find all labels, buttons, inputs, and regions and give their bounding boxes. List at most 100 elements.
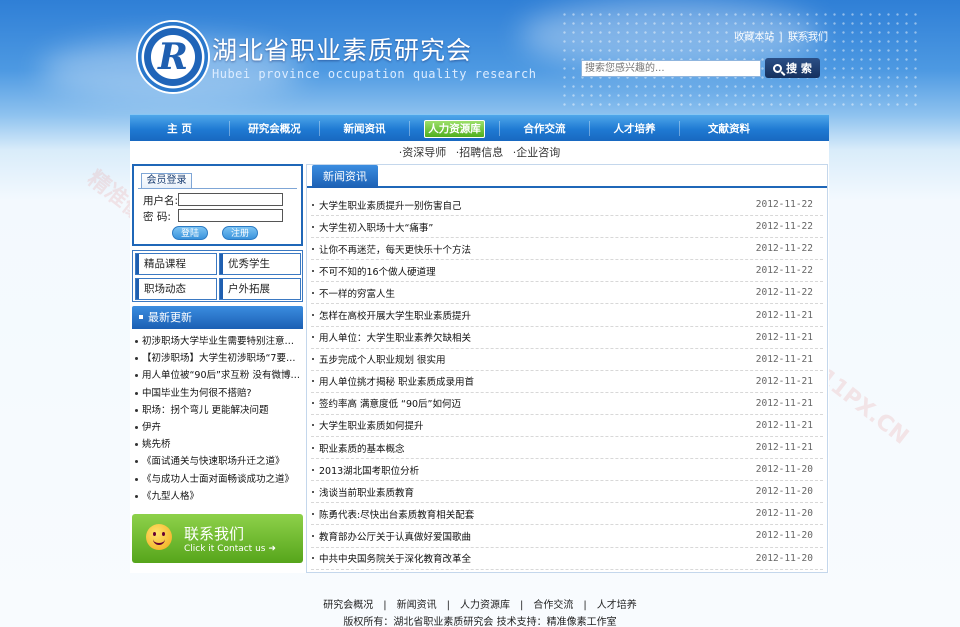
news-row[interactable]: 怎样在高校开展大学生职业素质提升 2012-11-21	[311, 304, 823, 327]
nav-home[interactable]: 主 页	[130, 120, 230, 136]
list-item[interactable]: 职场：拐个弯儿 更能解决问题	[134, 402, 300, 419]
news-title[interactable]: 签约率高 满意度低 “90后”如何迈	[311, 396, 461, 410]
register-button[interactable]: 注册	[222, 226, 258, 240]
login-divider	[138, 188, 297, 189]
list-item[interactable]: 《九型人格》	[134, 488, 300, 505]
list-item[interactable]: 《面试通关与快速职场升迁之道》	[134, 453, 300, 470]
footer-separator: |	[520, 600, 524, 611]
list-item[interactable]: 中国毕业生为何很不搭赔?	[134, 385, 300, 402]
quick-link-students[interactable]: 优秀学生	[219, 253, 301, 275]
nav-literature[interactable]: 文献资料	[680, 121, 778, 136]
news-row[interactable]: 中共中央国务院关于深化教育改革全 2012-11-20	[311, 548, 823, 570]
news-tab[interactable]: 新闻资讯	[312, 165, 378, 188]
news-date: 2012-11-20	[755, 486, 813, 498]
news-row[interactable]: 让你不再迷茫，每天更快乐十个方法 2012-11-22	[311, 238, 823, 261]
footer-link[interactable]: 新闻资讯	[397, 600, 437, 611]
news-row[interactable]: 2013湖北国考职位分析 2012-11-20	[311, 459, 823, 482]
footer-link[interactable]: 研究会概况	[323, 600, 373, 611]
password-field[interactable]	[178, 209, 283, 222]
list-item[interactable]: 初涉职场大学毕业生需要特别注意的5大...	[134, 333, 300, 350]
footer-separator: |	[446, 600, 450, 611]
footer-link[interactable]: 人力资源库	[460, 600, 510, 611]
news-row[interactable]: 陈勇代表:尽快出台素质教育相关配套 2012-11-20	[311, 503, 823, 526]
news-title[interactable]: 中共中央国务院关于深化教育改革全	[311, 551, 471, 565]
news-row[interactable]: 用人单位：大学生职业素养欠缺相关 2012-11-21	[311, 327, 823, 349]
footer-link[interactable]: 合作交流	[533, 600, 573, 611]
news-title[interactable]: 教育部办公厅关于认真做好爱国歌曲	[311, 529, 471, 543]
news-row[interactable]: 大学生职业素质如何提升 2012-11-21	[311, 415, 823, 438]
news-title[interactable]: 让你不再迷茫，每天更快乐十个方法	[311, 242, 471, 256]
username-field[interactable]	[178, 193, 283, 206]
list-item[interactable]: 《与成功人士面对面畅谈成功之道》	[134, 471, 300, 488]
news-date: 2012-11-21	[755, 397, 813, 409]
news-row[interactable]: 五步完成个人职业规划 很实用 2012-11-21	[311, 349, 823, 371]
list-item[interactable]: 【初涉职场】大学生初涉职场“7要4不要”	[134, 350, 300, 367]
news-title[interactable]: 大学生职业素质提升一别伤害自己	[311, 198, 462, 212]
news-row[interactable]: 大学生初入职场十大“痛事” 2012-11-22	[311, 216, 823, 239]
list-item[interactable]: 用人单位被“90后”求互粉 没有微博略...	[134, 367, 300, 384]
nav-cooperation[interactable]: 合作交流	[500, 120, 590, 136]
nav-hr-pool[interactable]: 人力资源库	[410, 119, 500, 138]
news-row[interactable]: 签约率高 满意度低 “90后”如何迈 2012-11-21	[311, 393, 823, 415]
quick-link-career-news[interactable]: 职场动态	[135, 278, 217, 300]
news-title[interactable]: 不可不知的16个做人硬道理	[311, 264, 436, 278]
news-header: 新闻资讯	[307, 165, 827, 188]
contact-link[interactable]: 联系我们	[788, 32, 828, 43]
footer-link[interactable]: 人才培养	[597, 600, 637, 611]
sub-nav: ·资深导师 ·招聘信息 ·企业咨询	[130, 141, 829, 161]
news-title[interactable]: 五步完成个人职业规划 很实用	[311, 352, 446, 366]
search-icon	[773, 63, 783, 73]
latest-updates-list: 初涉职场大学毕业生需要特别注意的5大... 【初涉职场】大学生初涉职场“7要4不…	[134, 333, 300, 505]
news-panel: 新闻资讯 大学生职业素质提升一别伤害自己 2012-11-22 大学生初入职场十大“…	[306, 164, 828, 573]
top-links: 收藏本站 | 联系我们	[732, 28, 828, 43]
news-title[interactable]: 用人单位：大学生职业素养欠缺相关	[311, 330, 471, 344]
news-title[interactable]: 2013湖北国考职位分析	[311, 463, 419, 477]
news-date: 2012-11-20	[755, 508, 813, 520]
news-title[interactable]: 不一样的穷富人生	[311, 286, 395, 300]
bookmark-link[interactable]: 收藏本站	[734, 32, 774, 43]
news-row[interactable]: 不可不知的16个做人硬道理 2012-11-22	[311, 260, 823, 283]
nav-training[interactable]: 人才培养	[590, 120, 680, 136]
list-item[interactable]: 姚先桥	[134, 436, 300, 453]
news-date: 2012-11-20	[755, 464, 813, 476]
footer-separator: |	[583, 600, 587, 611]
nav-about[interactable]: 研究会概况	[230, 120, 320, 136]
login-button[interactable]: 登陆	[172, 226, 208, 240]
latest-updates-header: 最新更新	[132, 306, 303, 329]
top-link-separator: |	[779, 32, 783, 43]
username-label: 用户名:	[143, 195, 179, 207]
subnav-mentors[interactable]: ·资深导师	[399, 146, 447, 159]
subnav-jobs[interactable]: ·招聘信息	[456, 146, 504, 159]
search-button-label: 搜 索	[786, 62, 812, 75]
news-title[interactable]: 陈勇代表:尽快出台素质教育相关配套	[311, 507, 474, 521]
news-title[interactable]: 怎样在高校开展大学生职业素质提升	[311, 308, 471, 322]
news-row[interactable]: 用人单位挑才揭秘 职业素质成录用首 2012-11-21	[311, 371, 823, 393]
news-title[interactable]: 浅谈当前职业素质教育	[311, 485, 414, 499]
news-row[interactable]: 不一样的穷富人生 2012-11-22	[311, 282, 823, 305]
news-date: 2012-11-20	[755, 530, 813, 542]
quick-links: 精品课程 优秀学生 职场动态 户外拓展	[132, 250, 303, 302]
news-date: 2012-11-22	[755, 199, 813, 211]
news-row[interactable]: 浅谈当前职业素质教育 2012-11-20	[311, 481, 823, 504]
search-input[interactable]	[581, 60, 761, 77]
member-login-panel: 会员登录 用户名: 密 码: 登陆 注册	[132, 164, 303, 246]
news-date: 2012-11-20	[755, 552, 813, 564]
main-nav: 主 页 研究会概况 新闻资讯 人力资源库 合作交流 人才培养 文献资料	[130, 114, 829, 141]
subnav-consulting[interactable]: ·企业咨询	[513, 146, 561, 159]
search-button[interactable]: 搜 索	[765, 58, 820, 78]
quick-link-outdoor[interactable]: 户外拓展	[219, 278, 301, 300]
site-logo[interactable]: R	[138, 22, 208, 92]
news-date: 2012-11-21	[755, 442, 813, 454]
contact-us-banner[interactable]: 联系我们 Click it Contact us ➜	[132, 514, 303, 563]
news-row[interactable]: 职业素质的基本概念 2012-11-21	[311, 437, 823, 460]
news-title[interactable]: 大学生职业素质如何提升	[311, 418, 424, 432]
news-title[interactable]: 职业素质的基本概念	[311, 441, 405, 455]
list-item[interactable]: 伊卉	[134, 419, 300, 436]
news-row[interactable]: 教育部办公厅关于认真做好爱国歌曲 2012-11-20	[311, 525, 823, 548]
quick-link-courses[interactable]: 精品课程	[135, 253, 217, 275]
news-title[interactable]: 用人单位挑才揭秘 职业素质成录用首	[311, 374, 474, 388]
news-date: 2012-11-21	[755, 309, 813, 321]
news-row[interactable]: 大学生职业素质提升一别伤害自己 2012-11-22	[311, 194, 823, 217]
nav-news[interactable]: 新闻资讯	[320, 120, 410, 136]
news-title[interactable]: 大学生初入职场十大“痛事”	[311, 220, 433, 234]
